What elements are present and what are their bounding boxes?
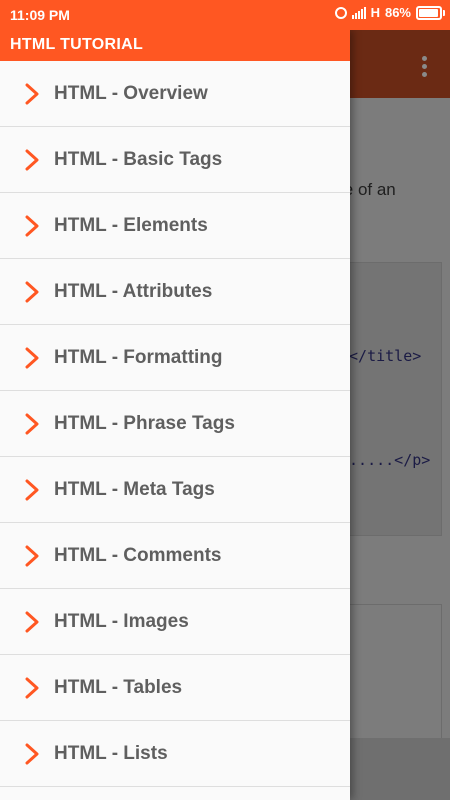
drawer-item-tables[interactable]: HTML - Tables bbox=[0, 655, 350, 721]
background-code-block bbox=[340, 262, 442, 536]
alarm-icon bbox=[334, 6, 347, 19]
chevron-right-icon bbox=[20, 281, 44, 303]
drawer-item-formatting[interactable]: HTML - Formatting bbox=[0, 325, 350, 391]
drawer-item-label: HTML - Images bbox=[54, 610, 189, 632]
drawer-item-lists[interactable]: HTML - Lists bbox=[0, 721, 350, 787]
battery-icon bbox=[416, 5, 445, 20]
drawer-item-label: HTML - Comments bbox=[54, 544, 222, 566]
background-code-block bbox=[340, 604, 442, 744]
background-code-line: e.....</p> bbox=[340, 451, 431, 469]
chevron-right-icon bbox=[20, 479, 44, 501]
chevron-right-icon bbox=[20, 611, 44, 633]
drawer-item-phrase-tags[interactable]: HTML - Phrase Tags bbox=[0, 391, 350, 457]
chevron-right-icon bbox=[20, 347, 44, 369]
drawer-item-label: HTML - Phrase Tags bbox=[54, 412, 235, 434]
status-bar: 11:09 PM H 86% bbox=[0, 0, 450, 30]
chevron-right-icon bbox=[20, 677, 44, 699]
chevron-right-icon bbox=[20, 149, 44, 171]
drawer-item-label: HTML - Lists bbox=[54, 742, 168, 764]
drawer-item-elements[interactable]: HTML - Elements bbox=[0, 193, 350, 259]
drawer-item-attributes[interactable]: HTML - Attributes bbox=[0, 259, 350, 325]
drawer-item-comments[interactable]: HTML - Comments bbox=[0, 523, 350, 589]
chevron-right-icon bbox=[20, 743, 44, 765]
chevron-right-icon bbox=[20, 413, 44, 435]
drawer-item-meta-tags[interactable]: HTML - Meta Tags bbox=[0, 457, 350, 523]
overflow-menu-icon bbox=[422, 56, 428, 77]
battery-percent: 86% bbox=[384, 5, 411, 20]
background-code-line: e</title> bbox=[340, 347, 422, 365]
network-type: H bbox=[370, 5, 380, 20]
drawer-item-label: HTML - Formatting bbox=[54, 346, 223, 368]
drawer-item-label: HTML - Meta Tags bbox=[54, 478, 215, 500]
chevron-right-icon bbox=[20, 83, 44, 105]
screen: le of an e</title> e.....</p> 11:09 PM H… bbox=[0, 0, 450, 800]
drawer-item-label: HTML - Elements bbox=[54, 214, 208, 236]
drawer-item-label: HTML - Attributes bbox=[54, 280, 213, 302]
drawer-item-images[interactable]: HTML - Images bbox=[0, 589, 350, 655]
status-icons: H 86% bbox=[334, 5, 445, 20]
chevron-right-icon bbox=[20, 215, 44, 237]
drawer-item-label: HTML - Tables bbox=[54, 676, 183, 698]
signal-icon bbox=[351, 6, 366, 19]
drawer-item-basic-tags[interactable]: HTML - Basic Tags bbox=[0, 127, 350, 193]
drawer-title: HTML TUTORIAL bbox=[0, 30, 350, 61]
status-time: 11:09 PM bbox=[10, 7, 70, 23]
navigation-drawer: HTML TUTORIAL HTML - Overview HTML - Basi… bbox=[0, 30, 350, 800]
drawer-menu-list: HTML - Overview HTML - Basic Tags HTML - E… bbox=[0, 61, 350, 787]
drawer-item-overview[interactable]: HTML - Overview bbox=[0, 61, 350, 127]
chevron-right-icon bbox=[20, 545, 44, 567]
drawer-item-label: HTML - Basic Tags bbox=[54, 148, 223, 170]
drawer-item-label: HTML - Overview bbox=[54, 82, 208, 104]
